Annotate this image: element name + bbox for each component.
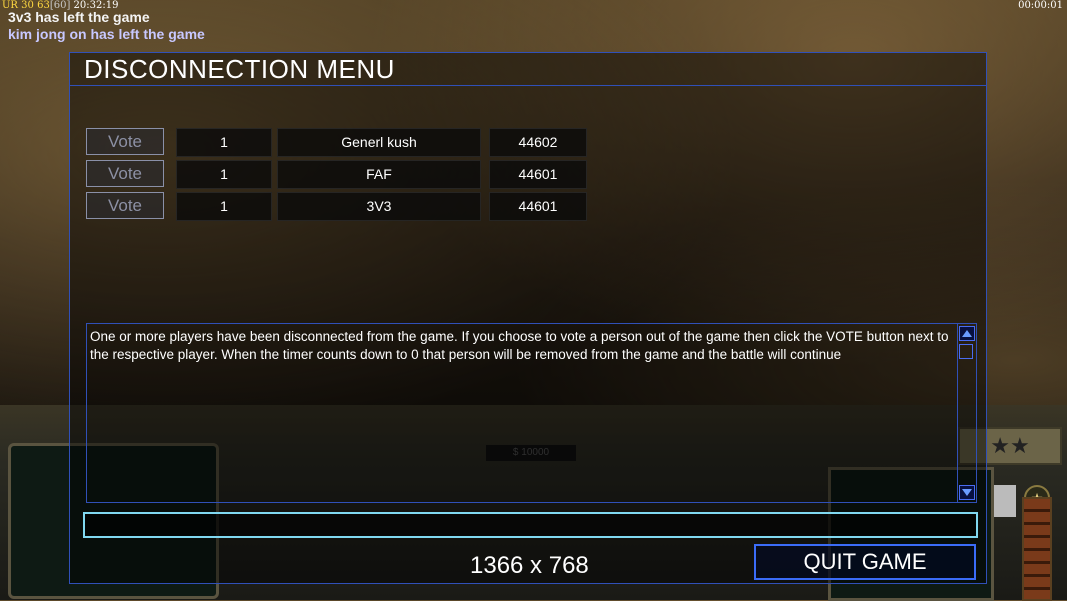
resolution-label: 1366 x 768 xyxy=(470,552,589,579)
game-timer: 00:00:01 xyxy=(1018,0,1063,11)
scroll-down-button[interactable] xyxy=(959,485,975,500)
quit-game-button[interactable]: QUIT GAME xyxy=(754,544,976,580)
dialog-titlebar: DISCONNECTION MENU xyxy=(70,53,986,86)
player-name: 3V3 xyxy=(277,192,481,221)
vote-button[interactable]: Vote xyxy=(86,128,164,155)
disconnection-dialog: DISCONNECTION MENU Vote 1 Generl kush 44… xyxy=(69,52,987,584)
dialog-title: DISCONNECTION MENU xyxy=(84,54,395,84)
chat-input[interactable] xyxy=(83,512,978,538)
player-slot: 1 xyxy=(176,192,272,221)
scroll-up-button[interactable] xyxy=(959,326,975,341)
system-message: kim jong on has left the game xyxy=(8,26,205,42)
power-meter xyxy=(1022,497,1052,601)
message-box: One or more players have been disconnect… xyxy=(86,323,977,503)
chevron-up-icon xyxy=(962,330,972,337)
scroll-thumb[interactable] xyxy=(959,344,973,359)
player-slot: 1 xyxy=(176,128,272,157)
system-message: 3v3 has left the game xyxy=(8,9,150,25)
vote-button[interactable]: Vote xyxy=(86,192,164,219)
disconnect-message: One or more players have been disconnect… xyxy=(90,329,949,362)
vote-button[interactable]: Vote xyxy=(86,160,164,187)
player-port: 44601 xyxy=(489,192,587,221)
player-port: 44601 xyxy=(489,160,587,189)
player-port: 44602 xyxy=(489,128,587,157)
scrollbar[interactable] xyxy=(957,324,976,502)
chevron-down-icon xyxy=(962,489,972,496)
player-name: FAF xyxy=(277,160,481,189)
player-name: Generl kush xyxy=(277,128,481,157)
player-slot: 1 xyxy=(176,160,272,189)
